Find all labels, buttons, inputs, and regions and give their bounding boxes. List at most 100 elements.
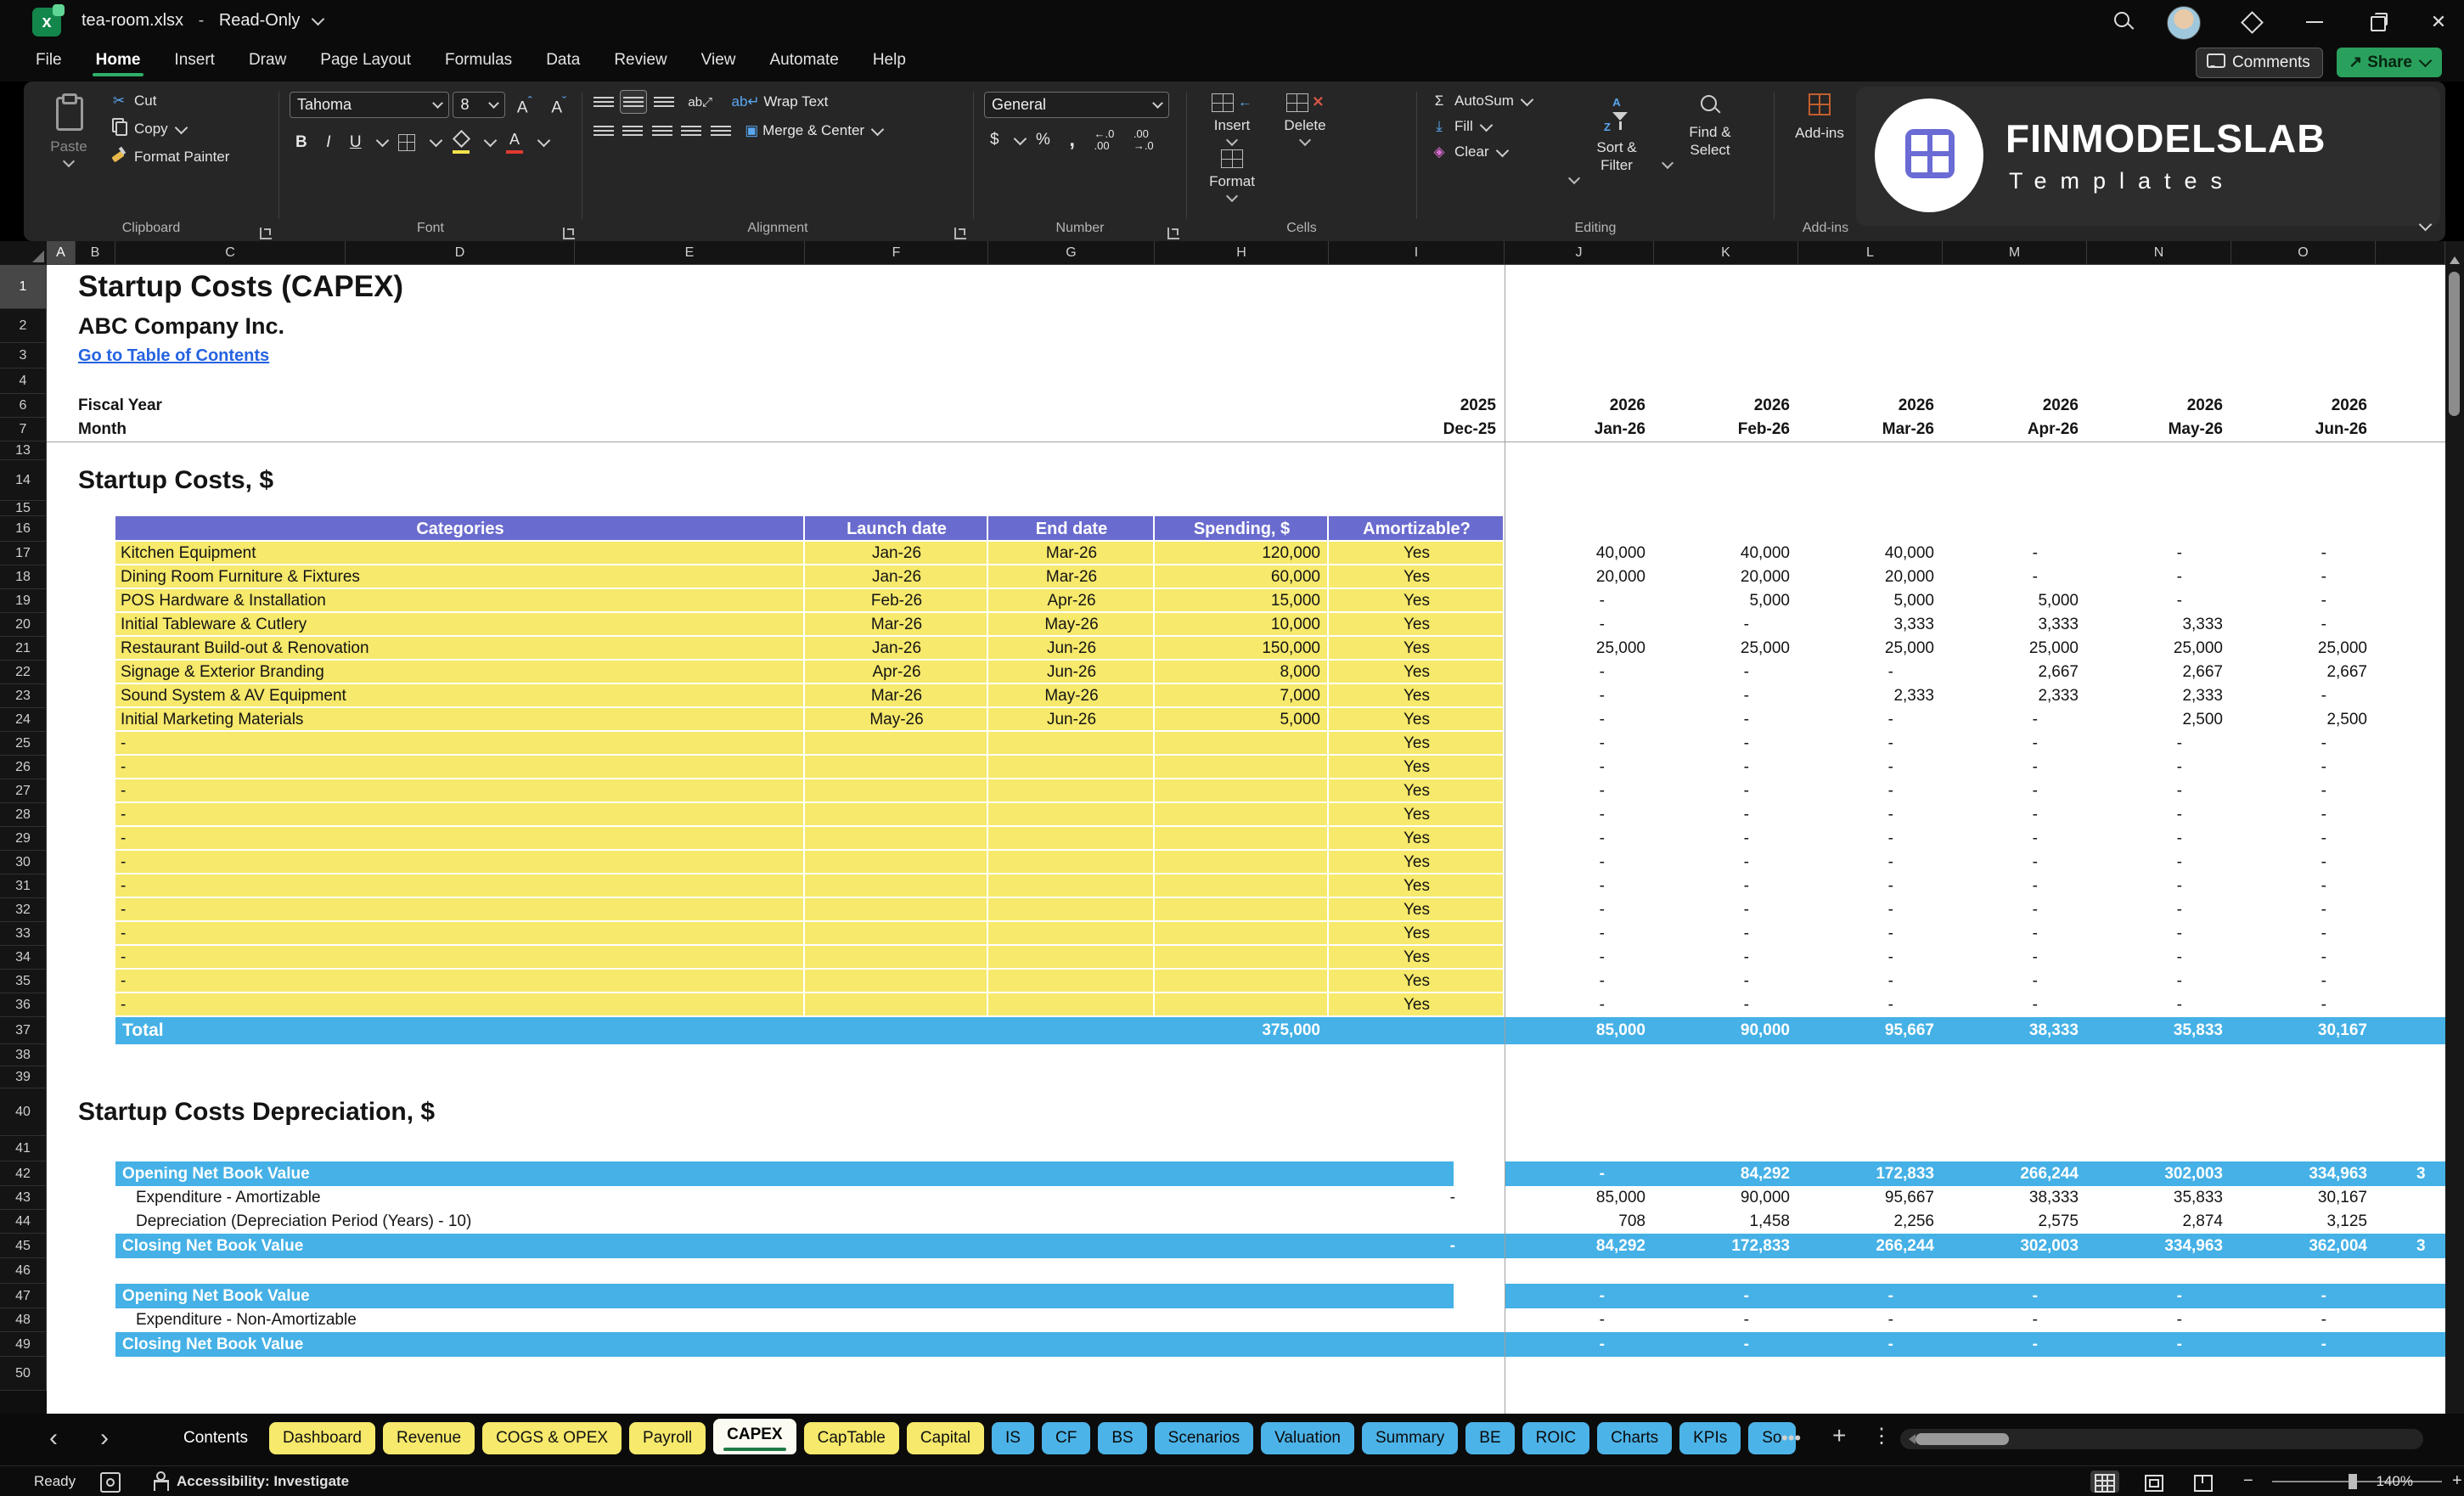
sheet-tab-dashboard[interactable]: Dashboard xyxy=(269,1422,375,1454)
column-header-F[interactable]: F xyxy=(805,241,988,265)
column-header-N[interactable]: N xyxy=(2087,241,2231,265)
font-dialog-launcher[interactable] xyxy=(563,228,575,239)
autosum-button[interactable]: Σ AutoSum xyxy=(1426,88,1570,114)
font-name-select[interactable]: Tahoma xyxy=(290,92,449,119)
number-dialog-launcher[interactable] xyxy=(1167,228,1179,239)
horizontal-scrollbar[interactable] xyxy=(1900,1429,2423,1449)
sheet-tab-payroll[interactable]: Payroll xyxy=(629,1422,706,1454)
more-sheets-icon[interactable]: ••• xyxy=(1781,1427,1801,1449)
orientation-icon[interactable]: ab⤢ xyxy=(680,92,720,113)
sort-filter-button[interactable]: AZ Sort & Filter xyxy=(1567,88,1663,185)
ribbon-tab-data[interactable]: Data xyxy=(532,44,593,76)
vertical-scroll-thumb[interactable] xyxy=(2449,272,2460,416)
ribbon-tab-formulas[interactable]: Formulas xyxy=(431,44,526,76)
row-header-35[interactable]: 35 xyxy=(0,970,47,993)
scroll-left-icon[interactable] xyxy=(1904,1434,1916,1444)
align-top-icon[interactable] xyxy=(591,91,616,113)
ribbon-tab-review[interactable]: Review xyxy=(600,44,680,76)
row-header-30[interactable]: 30 xyxy=(0,851,47,875)
row-header-41[interactable]: 41 xyxy=(0,1136,47,1161)
row-header-4[interactable]: 4 xyxy=(0,368,47,394)
align-right-icon[interactable] xyxy=(650,120,675,142)
underline-button[interactable]: U xyxy=(342,130,369,155)
ribbon-tab-help[interactable]: Help xyxy=(859,44,920,76)
row-header-36[interactable]: 36 xyxy=(0,993,47,1017)
row-header-38[interactable]: 38 xyxy=(0,1044,47,1066)
zoom-slider[interactable] xyxy=(2272,1481,2442,1482)
row-header-43[interactable]: 43 xyxy=(0,1186,47,1210)
row-header-19[interactable]: 19 xyxy=(0,589,47,613)
row-header-17[interactable]: 17 xyxy=(0,542,47,565)
row-header-23[interactable]: 23 xyxy=(0,684,47,708)
row-header-40[interactable]: 40 xyxy=(0,1088,47,1136)
sheet-tab-captable[interactable]: CapTable xyxy=(803,1422,899,1454)
align-center-icon[interactable] xyxy=(620,120,645,142)
row-header-18[interactable]: 18 xyxy=(0,565,47,589)
column-header-O[interactable]: O xyxy=(2231,241,2376,265)
column-header-D[interactable]: D xyxy=(346,241,575,265)
toc-link[interactable]: Go to Table of Contents xyxy=(78,343,503,368)
sheet-options-icon[interactable]: ⋮ xyxy=(1871,1424,1892,1448)
delete-cells-button[interactable]: ✕ Delete xyxy=(1269,88,1342,147)
sheet-tab-revenue[interactable]: Revenue xyxy=(383,1422,475,1454)
row-header-21[interactable]: 21 xyxy=(0,637,47,661)
find-select-button[interactable]: Find & Select xyxy=(1661,88,1757,170)
page-layout-view-button[interactable] xyxy=(2140,1471,2169,1493)
merge-center-button[interactable]: ▣ Merge & Center xyxy=(737,119,890,143)
row-header-22[interactable]: 22 xyxy=(0,661,47,684)
row-header-3[interactable]: 3 xyxy=(0,343,47,368)
column-header-I[interactable]: I xyxy=(1329,241,1505,265)
scroll-up-icon[interactable] xyxy=(2450,251,2460,264)
row-header-7[interactable]: 7 xyxy=(0,418,47,441)
row-header-31[interactable]: 31 xyxy=(0,875,47,898)
comma-style-button[interactable]: , xyxy=(1061,125,1083,155)
sheet-tab-cf[interactable]: CF xyxy=(1041,1422,1091,1454)
increase-indent-icon[interactable] xyxy=(708,120,734,142)
italic-button[interactable]: I xyxy=(318,130,338,155)
column-header-E[interactable]: E xyxy=(575,241,805,265)
row-header-26[interactable]: 26 xyxy=(0,756,47,779)
clipboard-dialog-launcher[interactable] xyxy=(260,228,272,239)
row-header-6[interactable]: 6 xyxy=(0,394,47,418)
sheet-tab-summary[interactable]: Summary xyxy=(1362,1422,1459,1454)
row-header-15[interactable]: 15 xyxy=(0,501,47,516)
borders-button[interactable] xyxy=(391,130,423,155)
insert-cells-button[interactable]: ← Insert xyxy=(1195,88,1269,147)
macro-record-icon[interactable] xyxy=(100,1472,121,1493)
column-header-A[interactable]: A xyxy=(47,241,76,265)
sheet-tab-capital[interactable]: Capital xyxy=(906,1422,985,1454)
sheet-tab-contents[interactable]: Contents xyxy=(170,1422,262,1454)
decrease-indent-icon[interactable] xyxy=(678,120,704,142)
next-sheet-icon[interactable]: › xyxy=(100,1424,109,1453)
wrap-text-button[interactable]: ab↵ Wrap Text xyxy=(724,90,836,114)
row-header-20[interactable]: 20 xyxy=(0,613,47,637)
row-header-32[interactable]: 32 xyxy=(0,898,47,922)
fill-color-button[interactable] xyxy=(445,127,477,157)
row-header-1[interactable]: 1 xyxy=(0,265,47,309)
increase-decimal-button[interactable]: ←.0.00 xyxy=(1087,125,1122,155)
row-header-46[interactable]: 46 xyxy=(0,1258,47,1284)
share-button[interactable]: ↗ Share xyxy=(2337,48,2442,77)
sheet-tab-scenarios[interactable]: Scenarios xyxy=(1154,1422,1254,1454)
accessibility-status[interactable]: Accessibility: Investigate xyxy=(177,1473,349,1490)
select-all-corner[interactable] xyxy=(0,241,48,266)
ribbon-tab-draw[interactable]: Draw xyxy=(235,44,300,76)
sheet-tab-be[interactable]: BE xyxy=(1465,1422,1515,1454)
align-bottom-icon[interactable] xyxy=(651,91,677,113)
row-header-34[interactable]: 34 xyxy=(0,946,47,970)
row-header-29[interactable]: 29 xyxy=(0,827,47,851)
fill-button[interactable]: ⤓ Fill xyxy=(1426,114,1570,139)
vertical-scrollbar[interactable] xyxy=(2445,241,2464,1414)
restore-button[interactable] xyxy=(2366,8,2393,36)
row-header-39[interactable]: 39 xyxy=(0,1066,47,1088)
row-header-24[interactable]: 24 xyxy=(0,708,47,732)
ribbon-tab-insert[interactable]: Insert xyxy=(160,44,228,76)
chevron-down-icon[interactable] xyxy=(311,12,325,26)
format-cells-button[interactable]: Format xyxy=(1195,144,1269,203)
align-left-icon[interactable] xyxy=(591,120,616,142)
comments-button[interactable]: Comments xyxy=(2195,48,2323,78)
font-size-select[interactable]: 8 xyxy=(453,92,506,119)
clear-button[interactable]: ◈ Clear xyxy=(1426,139,1570,165)
sheet-tab-cogs-opex[interactable]: COGS & OPEX xyxy=(482,1422,622,1454)
search-icon[interactable] xyxy=(2111,8,2138,36)
